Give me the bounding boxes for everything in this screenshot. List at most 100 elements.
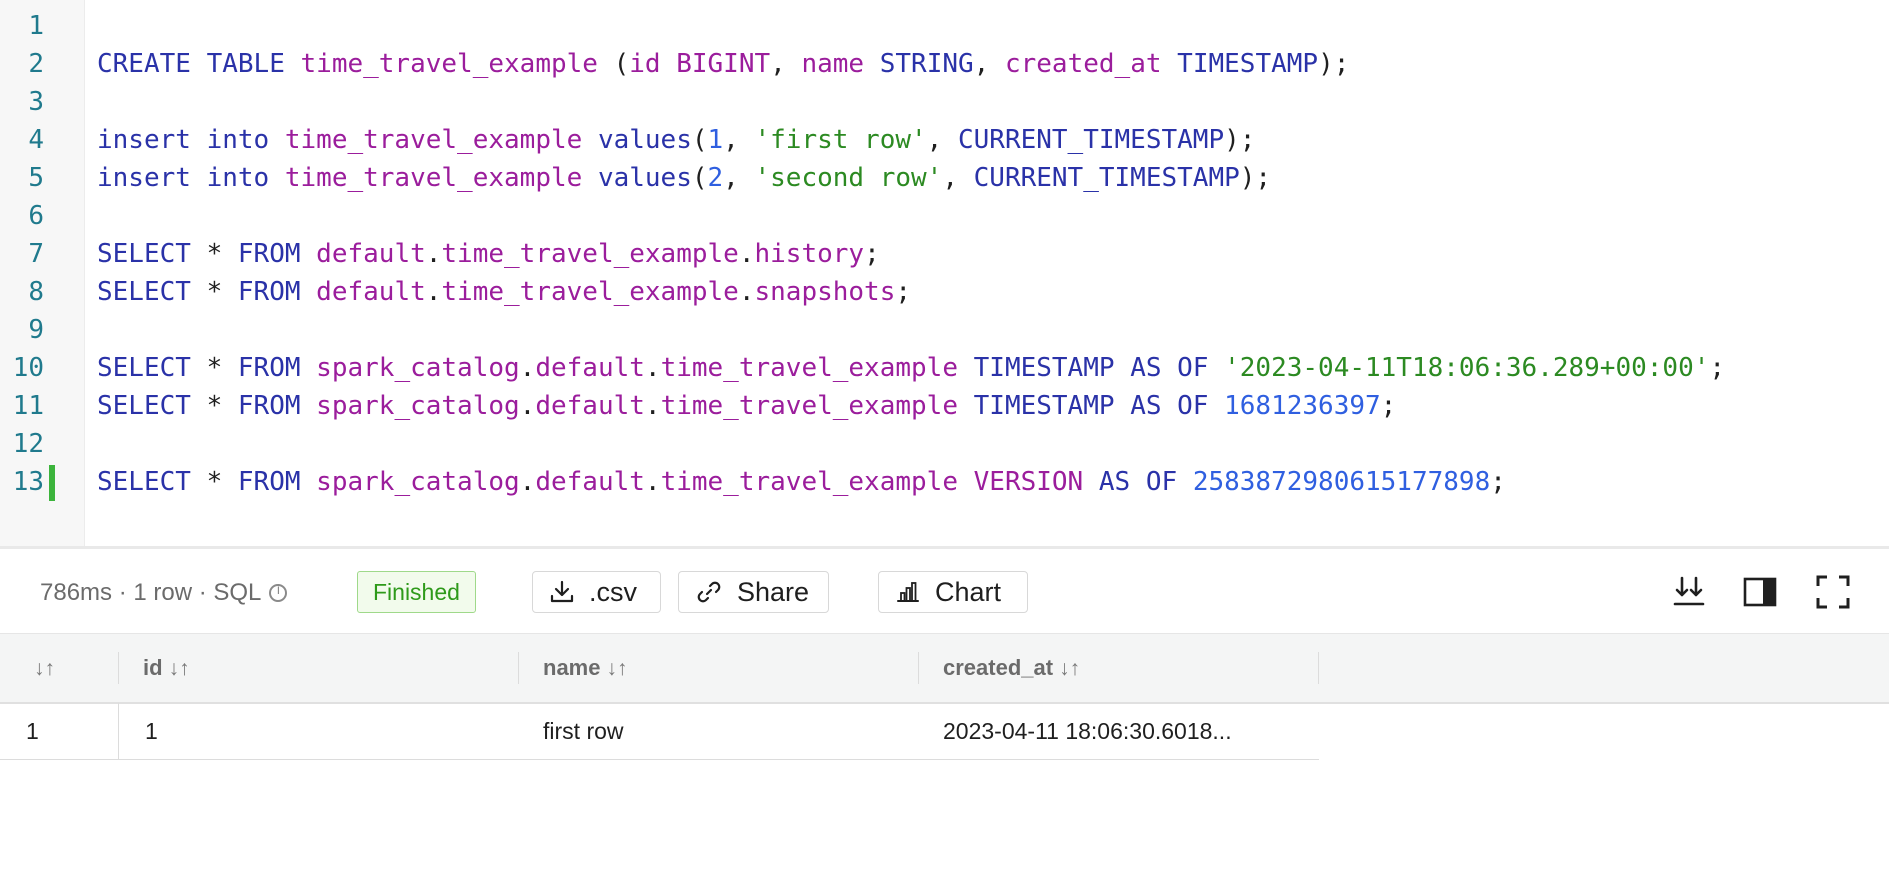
sort-icon[interactable]: ↓↑	[1059, 657, 1080, 680]
line-number: 12	[12, 429, 44, 459]
code-token: TABLE	[206, 49, 285, 79]
code-text[interactable]: SELECT * FROM spark_catalog.default.time…	[97, 463, 1506, 501]
code-text[interactable]: SELECT * FROM default.time_travel_exampl…	[97, 235, 880, 273]
line-number: 5	[28, 163, 44, 193]
column-resize-handle[interactable]	[918, 652, 919, 684]
download-icon	[550, 580, 574, 603]
results-toolbar: 786ms · 1 row · SQL Finished .csv Share …	[0, 549, 1889, 633]
code-token: ;	[895, 277, 912, 307]
code-token: 1	[707, 125, 724, 155]
column-header-id[interactable]: id ↓↑	[143, 634, 190, 702]
code-token: OF	[1145, 467, 1178, 497]
code-token: default	[535, 467, 645, 497]
code-token: (	[597, 49, 630, 79]
bar-chart-icon	[897, 582, 919, 602]
scroll-to-bottom-icon[interactable]	[1672, 575, 1706, 609]
code-token: ,	[973, 49, 1005, 79]
column-resize-handle[interactable]	[118, 652, 119, 684]
code-token: time_travel_example	[660, 353, 958, 383]
line-number: 4	[28, 125, 44, 155]
code-token: .	[738, 239, 755, 269]
line-number: 6	[28, 201, 44, 231]
code-token: ,	[723, 125, 755, 155]
code-token: time_travel_example	[660, 467, 958, 497]
code-token: 'first row'	[754, 125, 927, 155]
code-token: .	[519, 391, 536, 421]
download-csv-button[interactable]: .csv	[532, 571, 661, 613]
code-token: 2583872980615177898	[1192, 467, 1491, 497]
column-header-created-at[interactable]: created_at ↓↑	[943, 634, 1080, 702]
table-row[interactable]: 1 1 first row 2023-04-11 18:06:30.6018..…	[0, 703, 1319, 760]
code-token: SELECT	[97, 277, 191, 307]
code-token: VERSION	[973, 467, 1084, 497]
code-text[interactable]: insert into time_travel_example values(1…	[97, 121, 1255, 159]
line-number: 7	[28, 239, 44, 269]
cell-name[interactable]: first row	[543, 703, 903, 759]
code-token: ;	[1490, 467, 1506, 497]
code-token: values	[597, 163, 692, 193]
chart-button[interactable]: Chart	[878, 571, 1028, 613]
code-token: default	[316, 277, 426, 307]
code-token: ;	[1380, 391, 1397, 421]
code-text[interactable]: SELECT * FROM default.time_travel_exampl…	[97, 273, 911, 311]
cell-id[interactable]: 1	[145, 703, 505, 759]
column-header-label: id	[143, 655, 163, 680]
code-text[interactable]: insert into time_travel_example values(2…	[97, 159, 1271, 197]
code-text[interactable]: SELECT * FROM spark_catalog.default.time…	[97, 387, 1396, 425]
code-token: FROM	[237, 391, 301, 421]
download-csv-label: .csv	[589, 576, 638, 607]
info-icon[interactable]	[269, 583, 288, 602]
code-token: SELECT	[97, 353, 191, 383]
code-token: 1681236397	[1224, 391, 1381, 421]
code-token: created_at	[1004, 49, 1162, 79]
sql-editor[interactable]: 1 2 CREATE TABLE time_travel_example (id B…	[0, 0, 1889, 548]
code-text[interactable]: SELECT * FROM spark_catalog.default.time…	[97, 349, 1725, 387]
code-token: default	[316, 239, 426, 269]
code-token: ;	[1709, 353, 1726, 383]
code-token: FROM	[237, 353, 301, 383]
code-token: insert	[97, 125, 191, 155]
code-token: SELECT	[97, 467, 191, 497]
column-header-label: name	[543, 655, 601, 680]
row-index-header[interactable]: ↓↑	[34, 634, 55, 702]
code-token: 2	[707, 163, 724, 193]
side-panel-icon[interactable]	[1743, 575, 1777, 609]
cell-created-at[interactable]: 2023-04-11 18:06:30.6018...	[943, 703, 1313, 759]
sort-icon[interactable]: ↓↑	[169, 657, 190, 680]
code-token: .	[644, 391, 661, 421]
code-token: CREATE	[97, 49, 191, 79]
code-token: *	[190, 239, 238, 269]
code-token: TIMESTAMP	[973, 353, 1115, 383]
chart-label: Chart	[935, 576, 1002, 607]
column-header-name[interactable]: name ↓↑	[543, 634, 627, 702]
line-number: 1	[28, 11, 44, 41]
line-number: 9	[28, 315, 44, 345]
code-token: '2023-04-11T18:06:36.289+00:00'	[1224, 353, 1710, 383]
code-token: TIMESTAMP	[973, 391, 1115, 421]
code-token: snapshots	[754, 277, 896, 307]
code-token: STRING	[879, 49, 974, 79]
sort-icon[interactable]: ↓↑	[606, 657, 627, 680]
active-line-marker	[49, 465, 55, 501]
code-text[interactable]: CREATE TABLE time_travel_example (id BIG…	[97, 45, 1349, 83]
code-token: );	[1239, 163, 1272, 193]
fullscreen-icon[interactable]	[1816, 575, 1850, 609]
code-token: AS	[1130, 391, 1162, 421]
code-token: BIGINT	[676, 49, 771, 79]
share-button[interactable]: Share	[678, 571, 829, 613]
column-resize-handle[interactable]	[1318, 652, 1319, 684]
line-number: 2	[28, 49, 44, 79]
column-resize-handle[interactable]	[518, 652, 519, 684]
sort-icon[interactable]: ↓↑	[34, 657, 55, 680]
